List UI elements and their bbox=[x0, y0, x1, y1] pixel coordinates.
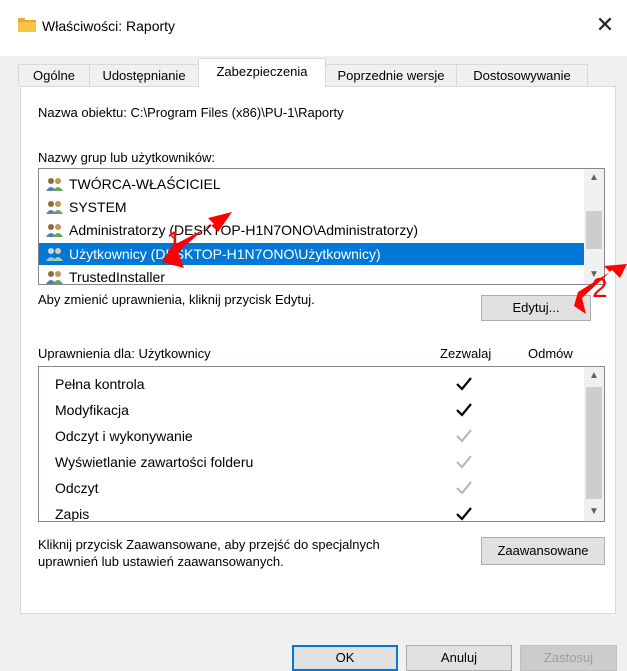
tab-general[interactable]: Ogólne bbox=[18, 64, 90, 86]
users-icon bbox=[46, 248, 63, 261]
check-icon bbox=[456, 377, 472, 391]
advanced-hint-line1: Kliknij przycisk Zaawansowane, aby przej… bbox=[38, 537, 380, 552]
change-hint: Aby zmienić uprawnienia, kliknij przycis… bbox=[38, 292, 315, 307]
scroll-thumb[interactable] bbox=[586, 387, 602, 499]
permission-name: Modyfikacja bbox=[55, 402, 129, 418]
inherited-check-icon bbox=[456, 455, 472, 469]
annotation-arrow-1 bbox=[162, 212, 232, 268]
permission-name: Odczyt bbox=[55, 480, 99, 496]
annotation-number-1: 1 bbox=[166, 226, 183, 259]
group-name: SYSTEM bbox=[69, 199, 127, 215]
scroll-down-icon[interactable]: ▼ bbox=[584, 503, 604, 521]
scroll-up-icon[interactable]: ▲ bbox=[584, 169, 604, 187]
inherited-check-icon bbox=[456, 429, 472, 443]
groups-listbox[interactable]: TWÓRCA-WŁAŚCICIEL SYSTEM Administratorzy… bbox=[38, 168, 605, 285]
ok-button[interactable]: OK bbox=[292, 645, 398, 671]
annotation-number-2: 2 bbox=[592, 272, 608, 303]
permission-row: Modyfikacja bbox=[39, 397, 584, 423]
permission-name: Pełna kontrola bbox=[55, 376, 145, 392]
advanced-hint-line2: uprawnień lub ustawień zaawansowanych. bbox=[38, 554, 284, 569]
object-name: Nazwa obiektu: C:\Program Files (x86)\PU… bbox=[38, 105, 344, 120]
tab-sharing[interactable]: Udostępnianie bbox=[89, 64, 199, 86]
scroll-thumb[interactable] bbox=[586, 211, 602, 249]
users-icon bbox=[46, 178, 63, 191]
users-icon bbox=[46, 201, 63, 214]
deny-column-header: Odmów bbox=[528, 346, 573, 361]
permission-row: Odczyt bbox=[39, 475, 584, 501]
permission-row: Pełna kontrola bbox=[39, 371, 584, 397]
allow-column-header: Zezwalaj bbox=[440, 346, 492, 361]
permissions-for-label: Uprawnienia dla: Użytkownicy bbox=[38, 346, 211, 361]
permission-row: Odczyt i wykonywanie bbox=[39, 423, 584, 449]
check-icon bbox=[456, 403, 472, 417]
tab-previous-versions[interactable]: Poprzednie wersje bbox=[325, 64, 457, 86]
users-icon bbox=[46, 271, 63, 284]
tab-customize[interactable]: Dostosowywanie bbox=[456, 64, 588, 86]
close-button[interactable]: ✕ bbox=[592, 12, 618, 38]
tab-security[interactable]: Zabezpieczenia bbox=[198, 58, 326, 87]
folder-icon bbox=[18, 18, 36, 32]
cancel-button[interactable]: Anuluj bbox=[406, 645, 512, 671]
group-name: TWÓRCA-WŁAŚCICIEL bbox=[69, 176, 221, 192]
advanced-button[interactable]: Zaawansowane bbox=[481, 537, 605, 565]
group-name: Administratorzy (DESKTOP-H1N7ONO\Adminis… bbox=[69, 222, 419, 238]
list-item[interactable]: Administratorzy (DESKTOP-H1N7ONO\Adminis… bbox=[39, 219, 584, 241]
check-icon bbox=[456, 507, 472, 521]
list-item[interactable]: SYSTEM bbox=[39, 196, 584, 218]
inherited-check-icon bbox=[456, 481, 472, 495]
permission-row: Wyświetlanie zawartości folderu bbox=[39, 449, 584, 475]
scroll-up-icon[interactable]: ▲ bbox=[584, 367, 604, 385]
groups-label: Nazwy grup lub użytkowników: bbox=[38, 150, 216, 165]
apply-button[interactable]: Zastosuj bbox=[520, 645, 617, 671]
permissions-scrollbar[interactable]: ▲ ▼ bbox=[584, 367, 604, 521]
permission-row: Zapis bbox=[39, 501, 584, 522]
users-icon bbox=[46, 224, 63, 237]
permissions-list: Pełna kontrola Modyfikacja Odczyt i wyko… bbox=[38, 366, 605, 522]
permission-name: Odczyt i wykonywanie bbox=[55, 428, 193, 444]
window-title: Właściwości: Raporty bbox=[42, 18, 176, 34]
permission-name: Zapis bbox=[55, 506, 90, 522]
list-item-selected[interactable]: Użytkownicy (DESKTOP-H1N7ONO\Użytkownicy… bbox=[39, 243, 584, 265]
permission-name: Wyświetlanie zawartości folderu bbox=[55, 454, 254, 470]
list-item[interactable]: TrustedInstaller bbox=[39, 266, 584, 284]
list-item[interactable]: TWÓRCA-WŁAŚCICIEL bbox=[39, 173, 584, 195]
